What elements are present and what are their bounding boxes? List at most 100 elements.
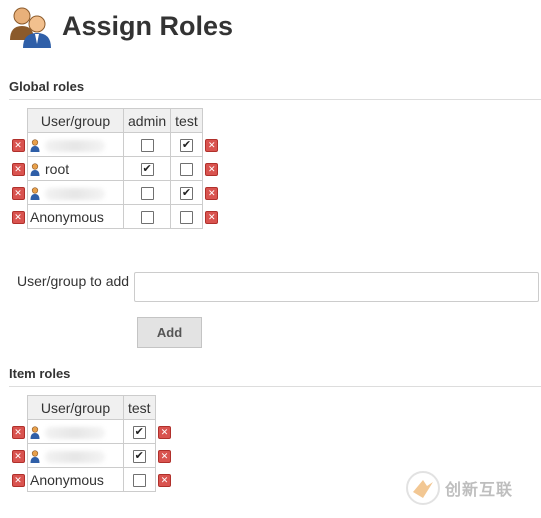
test-checkbox[interactable]: ✔	[179, 187, 193, 201]
test-checkbox[interactable]: ✔	[132, 426, 146, 440]
watermark-logo-icon	[406, 471, 440, 505]
column-header-admin: admin	[122, 108, 172, 133]
item-roles-header-row: User/group test	[9, 395, 174, 420]
redacted-name	[45, 426, 105, 439]
role-row: ✕ Anonymous ✕	[9, 467, 174, 492]
redacted-name	[45, 139, 105, 152]
role-row: ✕ ✔ ✕	[9, 443, 174, 468]
role-row: ✕ Anonymous ✕	[9, 204, 221, 229]
role-row: ✕ root ✔ ✕	[9, 156, 221, 181]
delete-x-icon[interactable]: ✕	[11, 163, 25, 177]
user-group-cell	[27, 180, 124, 205]
delete-x-icon[interactable]: ✕	[11, 450, 25, 464]
delete-x-icon[interactable]: ✕	[158, 474, 172, 488]
user-group-to-add-label: User/group to add	[17, 273, 130, 289]
admin-checkbox[interactable]: ✔	[140, 163, 154, 177]
assign-roles-page: Assign Roles Global roles User/group adm…	[0, 0, 541, 518]
header-spacer	[9, 396, 28, 420]
test-checkbox[interactable]	[179, 211, 193, 225]
test-checkbox[interactable]	[132, 474, 146, 488]
redacted-name	[45, 450, 105, 463]
header-spacer	[202, 109, 221, 133]
role-checkbox-cell-test: ✔	[170, 180, 203, 205]
delete-x-icon[interactable]: ✕	[11, 187, 25, 201]
role-checkbox-cell-admin	[122, 180, 172, 205]
role-checkbox-cell-test: ✔	[170, 132, 203, 157]
role-checkbox-cell-admin	[122, 204, 172, 229]
user-group-cell	[27, 419, 124, 444]
global-roles-header-row: User/group admin test	[9, 108, 221, 133]
global-roles-divider	[9, 99, 541, 100]
delete-cell: ✕	[9, 205, 28, 229]
role-checkbox-cell-admin: ✔	[122, 156, 172, 181]
header-spacer	[9, 109, 28, 133]
item-roles-table: User/group test ✕ ✔ ✕ ✕ ✔ ✕ ✕ Anonymous ✕	[9, 395, 174, 492]
delete-cell: ✕	[202, 181, 221, 205]
role-checkbox-cell-test	[170, 156, 203, 181]
delete-cell: ✕	[9, 133, 28, 157]
watermark: 创新互联	[405, 470, 513, 506]
user-icon	[30, 187, 40, 201]
delete-x-icon[interactable]: ✕	[11, 426, 25, 440]
add-button[interactable]: Add	[137, 317, 202, 348]
role-checkbox-cell-test	[123, 467, 156, 492]
delete-cell: ✕	[155, 444, 174, 468]
role-checkbox-cell-test: ✔	[123, 443, 156, 468]
column-header-test: test	[170, 108, 203, 133]
page-title: Assign Roles	[62, 10, 234, 41]
user-icon	[30, 450, 40, 464]
title-row: Assign Roles	[8, 4, 233, 48]
user-group-name: root	[45, 160, 70, 177]
user-icon	[30, 139, 40, 153]
user-group-cell	[27, 132, 124, 157]
delete-cell: ✕	[9, 420, 28, 444]
user-group-cell: Anonymous	[27, 204, 124, 229]
user-icon	[30, 163, 40, 177]
user-group-cell: Anonymous	[27, 467, 124, 492]
test-checkbox[interactable]: ✔	[132, 450, 146, 464]
delete-x-icon[interactable]: ✕	[205, 163, 219, 177]
admin-checkbox[interactable]	[140, 211, 154, 225]
user-group-cell	[27, 443, 124, 468]
role-checkbox-cell-test	[170, 204, 203, 229]
watermark-text: 创新互联	[445, 482, 514, 499]
test-checkbox[interactable]: ✔	[179, 139, 193, 153]
delete-cell: ✕	[202, 133, 221, 157]
role-row: ✕ ✔ ✕	[9, 419, 174, 444]
delete-cell: ✕	[9, 157, 28, 181]
redacted-name	[45, 187, 105, 200]
delete-cell: ✕	[202, 157, 221, 181]
delete-x-icon[interactable]: ✕	[158, 426, 172, 440]
role-row: ✕ ✔ ✕	[9, 180, 221, 205]
delete-cell: ✕	[9, 468, 28, 492]
global-roles-table: User/group admin test ✕ ✔ ✕ ✕ root ✔ ✕ ✕ ✔ ✕ ✕ Anon…	[9, 108, 221, 229]
column-header-user-group: User/group	[27, 108, 124, 133]
delete-x-icon[interactable]: ✕	[205, 211, 219, 225]
item-roles-divider	[9, 386, 541, 387]
delete-x-icon[interactable]: ✕	[11, 211, 25, 225]
delete-cell: ✕	[155, 420, 174, 444]
admin-checkbox[interactable]	[140, 187, 154, 201]
role-checkbox-cell-test: ✔	[123, 419, 156, 444]
test-checkbox[interactable]	[179, 163, 193, 177]
header-spacer	[155, 396, 174, 420]
item-roles-heading: Item roles	[9, 366, 71, 381]
delete-x-icon[interactable]: ✕	[158, 450, 172, 464]
column-header-user-group: User/group	[27, 395, 124, 420]
admin-checkbox[interactable]	[140, 139, 154, 153]
global-roles-heading: Global roles	[9, 79, 85, 94]
delete-cell: ✕	[9, 181, 28, 205]
users-icon	[8, 4, 54, 48]
delete-x-icon[interactable]: ✕	[205, 187, 219, 201]
column-header-test: test	[123, 395, 156, 420]
user-group-name: Anonymous	[30, 471, 104, 488]
user-group-name: Anonymous	[30, 208, 104, 225]
delete-x-icon[interactable]: ✕	[11, 474, 25, 488]
delete-cell: ✕	[155, 468, 174, 492]
delete-cell: ✕	[202, 205, 221, 229]
user-group-to-add-input[interactable]	[134, 272, 539, 302]
user-icon	[30, 426, 40, 440]
delete-x-icon[interactable]: ✕	[205, 139, 219, 153]
delete-x-icon[interactable]: ✕	[11, 139, 25, 153]
role-row: ✕ ✔ ✕	[9, 132, 221, 157]
